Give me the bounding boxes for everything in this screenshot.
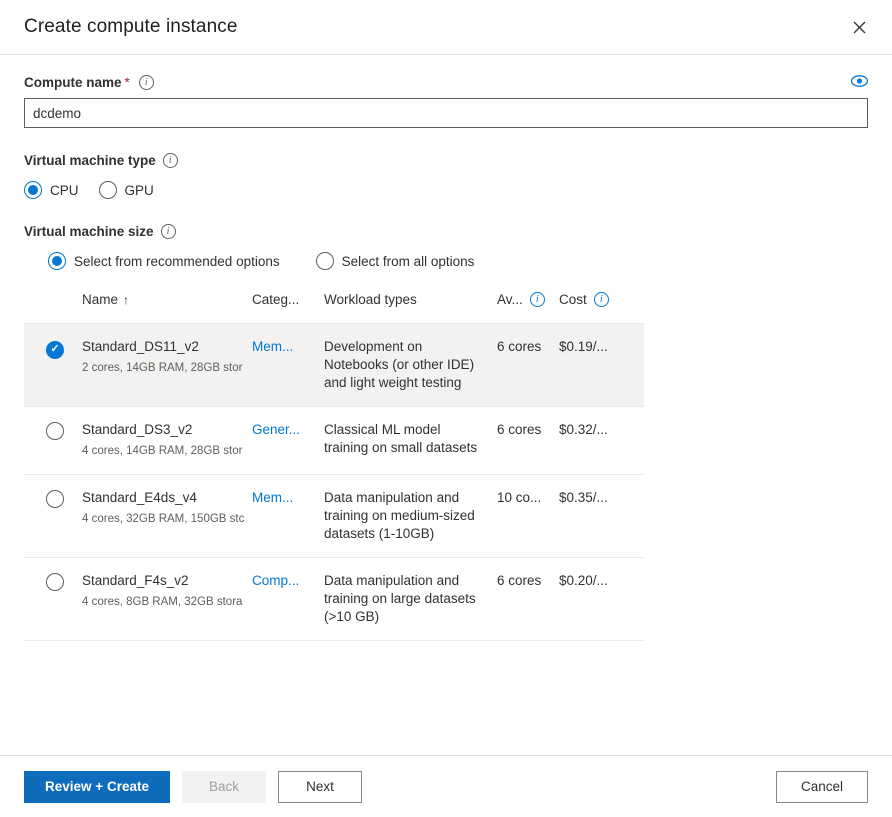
compute-name-label-row: Compute name * i (24, 75, 868, 90)
dialog-body: Compute name * i Virtual machine type i … (0, 55, 892, 755)
radio-recommended-label: Select from recommended options (74, 253, 280, 269)
column-header-cost[interactable]: Cost i (559, 292, 634, 307)
row-cost-cell: $0.19/... (559, 339, 608, 354)
close-icon[interactable] (842, 10, 876, 44)
row-category-cell[interactable]: Comp... (252, 572, 324, 590)
row-category-cell[interactable]: Mem... (252, 489, 324, 507)
cancel-button[interactable]: Cancel (776, 770, 868, 803)
row-available-cell: 6 cores (497, 573, 542, 588)
row-select-radio[interactable]: ✓ (46, 572, 82, 596)
vm-size-section: Virtual machine size i Select from recom… (24, 224, 868, 270)
row-cost-cell: $0.20/... (559, 573, 608, 588)
row-workload-cell: Data manipulation and training on medium… (324, 490, 475, 541)
check-mark-icon: ✓ (50, 343, 60, 355)
page-title: Create compute instance (24, 16, 238, 37)
close-icon-glyph (853, 21, 865, 33)
radio-circle-icon (315, 252, 334, 270)
create-compute-instance-dialog: Create compute instance Compute name * i (0, 0, 892, 817)
radio-gpu-label: GPU (124, 182, 154, 198)
column-header-workload[interactable]: Workload types (324, 292, 497, 307)
row-category-cell[interactable]: Gener... (252, 421, 324, 439)
info-icon[interactable]: i (529, 292, 545, 307)
column-header-cost-label: Cost (559, 292, 587, 307)
eye-icon[interactable] (851, 75, 868, 87)
radio-circle-icon (98, 181, 117, 199)
check-circle-icon: ✓ (46, 573, 64, 591)
vm-specs: 4 cores, 32GB RAM, 150GB stc (82, 513, 244, 525)
info-icon[interactable]: i (138, 75, 154, 90)
vm-specs: 2 cores, 14GB RAM, 28GB stor (82, 362, 243, 374)
column-header-category-label: Categ... (252, 292, 300, 307)
radio-gpu[interactable]: GPU (98, 181, 154, 199)
row-available-cell: 10 co... (497, 490, 542, 505)
compute-name-input[interactable] (24, 98, 868, 128)
table-header-row: Name ↑ Categ... Workload types Av... i C… (24, 292, 644, 324)
row-cost-cell: $0.35/... (559, 490, 608, 505)
table-row[interactable]: ✓ Standard_DS3_v2 4 cores, 14GB RAM, 28G… (24, 407, 644, 475)
info-icon[interactable]: i (593, 292, 609, 307)
vm-size-table: Name ↑ Categ... Workload types Av... i C… (24, 292, 644, 641)
vm-type-label-row: Virtual machine type i (24, 153, 868, 168)
row-workload-cell: Development on Notebooks (or other IDE) … (324, 339, 475, 390)
table-row[interactable]: ✓ Standard_E4ds_v4 4 cores, 32GB RAM, 15… (24, 475, 644, 558)
sort-ascending-icon: ↑ (123, 292, 130, 307)
row-category-cell[interactable]: Mem... (252, 338, 324, 356)
radio-recommended-options[interactable]: Select from recommended options (48, 252, 280, 270)
vm-size-label-row: Virtual machine size i (24, 224, 868, 239)
column-header-name-label: Name (82, 292, 119, 307)
vm-type-label: Virtual machine type (24, 153, 156, 168)
row-select-radio[interactable]: ✓ (46, 338, 82, 359)
row-cost-cell: $0.32/... (559, 422, 608, 437)
row-available-cell: 6 cores (497, 422, 542, 437)
row-name-cell: Standard_DS3_v2 4 cores, 14GB RAM, 28GB … (82, 421, 252, 460)
vm-specs: 4 cores, 8GB RAM, 32GB stora (82, 596, 243, 608)
vm-name: Standard_E4ds_v4 (82, 490, 197, 505)
dialog-header: Create compute instance (0, 0, 892, 55)
vm-specs: 4 cores, 14GB RAM, 28GB stor (82, 445, 243, 457)
check-circle-icon: ✓ (46, 490, 64, 508)
row-select-radio[interactable]: ✓ (46, 421, 82, 445)
vm-type-section: Virtual machine type i CPU GPU (24, 153, 868, 199)
dialog-footer: Review + Create Back Next Cancel (0, 755, 892, 817)
check-circle-icon: ✓ (46, 340, 64, 359)
column-header-name[interactable]: Name ↑ (82, 292, 252, 307)
radio-all-options-label: Select from all options (341, 253, 475, 269)
row-select-radio[interactable]: ✓ (46, 489, 82, 513)
review-create-button[interactable]: Review + Create (24, 770, 170, 803)
required-marker: * (124, 75, 130, 90)
column-header-available-label: Av... (497, 292, 523, 307)
vm-type-radio-group: CPU GPU (24, 181, 868, 199)
radio-all-options[interactable]: Select from all options (315, 252, 475, 270)
vm-size-label: Virtual machine size (24, 224, 154, 239)
vm-name: Standard_F4s_v2 (82, 573, 189, 588)
radio-circle-icon (24, 181, 42, 199)
back-button[interactable]: Back (182, 770, 266, 803)
info-icon[interactable]: i (162, 153, 178, 168)
info-icon[interactable]: i (160, 224, 176, 239)
row-workload-cell: Classical ML model training on small dat… (324, 422, 478, 455)
row-available-cell: 6 cores (497, 339, 542, 354)
radio-circle-icon (48, 252, 66, 270)
next-button[interactable]: Next (278, 770, 362, 803)
radio-cpu-label: CPU (50, 182, 79, 198)
radio-cpu[interactable]: CPU (24, 181, 79, 199)
eye-icon-glyph (851, 75, 868, 87)
table-row[interactable]: ✓ Standard_F4s_v2 4 cores, 8GB RAM, 32GB… (24, 558, 644, 641)
table-row[interactable]: ✓ Standard_DS11_v2 2 cores, 14GB RAM, 28… (24, 324, 644, 407)
row-workload-cell: Data manipulation and training on large … (324, 573, 476, 624)
vm-name: Standard_DS3_v2 (82, 422, 193, 437)
row-name-cell: Standard_F4s_v2 4 cores, 8GB RAM, 32GB s… (82, 572, 252, 611)
compute-name-label: Compute name (24, 75, 122, 90)
row-name-cell: Standard_DS11_v2 2 cores, 14GB RAM, 28GB… (82, 338, 252, 377)
column-header-workload-label: Workload types (324, 292, 417, 307)
vm-name: Standard_DS11_v2 (82, 339, 199, 354)
check-circle-icon: ✓ (46, 422, 64, 440)
row-name-cell: Standard_E4ds_v4 4 cores, 32GB RAM, 150G… (82, 489, 252, 528)
vm-size-radio-group: Select from recommended options Select f… (24, 252, 868, 270)
column-header-category[interactable]: Categ... (252, 292, 324, 307)
column-header-available[interactable]: Av... i (497, 292, 559, 307)
